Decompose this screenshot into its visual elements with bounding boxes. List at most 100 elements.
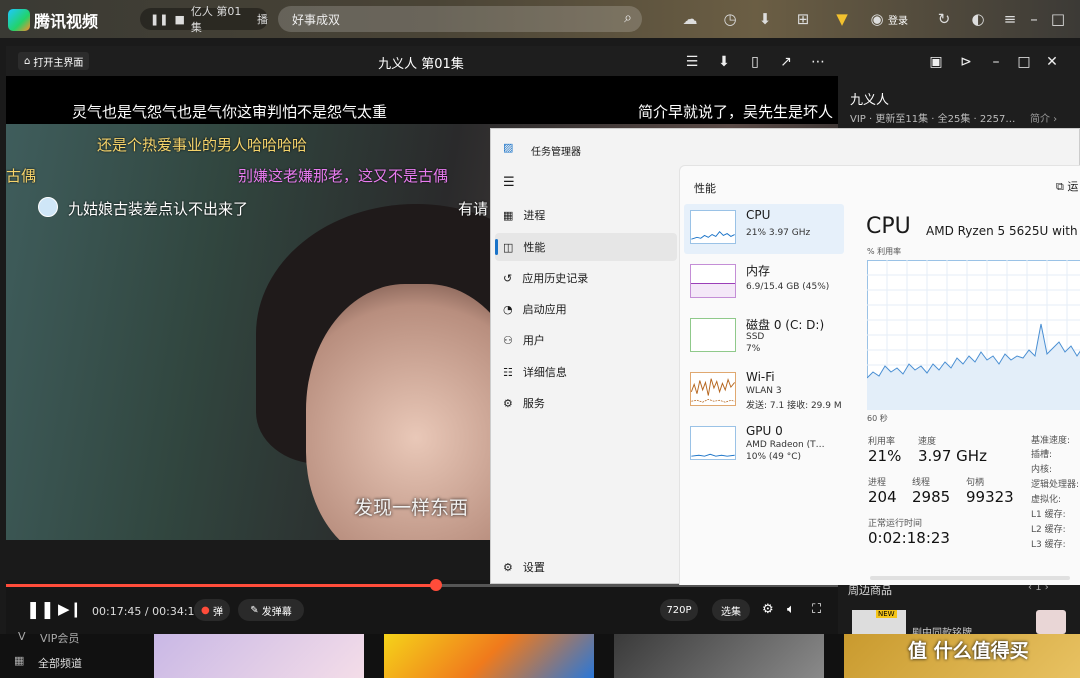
tile-name: CPU bbox=[746, 208, 771, 222]
perf-tile-disk[interactable]: 磁盘 0 (C: D:) SSD 7% bbox=[684, 312, 844, 362]
time-display: 00:17:45 / 00:34:19 bbox=[92, 605, 202, 618]
spec-label: 内核: bbox=[1031, 465, 1053, 475]
speed-value: 3.97 GHz bbox=[918, 447, 987, 465]
danmu-comment: 古偶 bbox=[6, 167, 37, 185]
quality-button[interactable]: 720P bbox=[660, 599, 698, 621]
time-axis-label: 60 秒 bbox=[867, 414, 888, 423]
cast-label[interactable]: 播 bbox=[257, 11, 268, 27]
task-manager-window: ▨ 任务管理器 ☰ ▦ 进程 ◫ 性能 ↺ 应用历史记录 ◔ 启动应用 ⚇ 用户 ☷ 详细信… bbox=[490, 128, 1080, 585]
side-panel: 九义人 VIP · 更新至11集 · 全25集 · 2257… 简介 › bbox=[838, 76, 1080, 136]
more-icon[interactable]: ⋯ bbox=[808, 52, 828, 72]
restore-icon[interactable]: □ bbox=[1048, 9, 1068, 29]
all-channels-link[interactable]: 全部频道 bbox=[38, 655, 82, 671]
mobile-icon[interactable]: ▯ bbox=[745, 52, 765, 72]
mini-player[interactable]: ❚❚ ■ 亿人 第01集 播 bbox=[140, 5, 268, 34]
services-icon: ⚙ bbox=[503, 396, 513, 410]
settings-icon[interactable]: ⚙ bbox=[762, 602, 774, 617]
details-icon: ☷ bbox=[503, 365, 513, 379]
tile-detail: 6.9/15.4 GB (45%) bbox=[746, 282, 830, 292]
tile-detail: 发送: 7.1 接收: 29.9 M bbox=[746, 401, 842, 411]
nav-startup[interactable]: ◔ 启动应用 bbox=[495, 295, 677, 323]
processes-icon: ▦ bbox=[503, 208, 514, 222]
vip-link[interactable]: VIP会员 bbox=[40, 630, 79, 646]
search-icon[interactable]: ⌕ bbox=[624, 10, 632, 26]
horizontal-scrollbar[interactable] bbox=[870, 576, 1070, 580]
nav-settings[interactable]: ⚙ 设置 bbox=[495, 553, 677, 581]
product-thumbnail[interactable]: NEW bbox=[852, 610, 906, 634]
share-icon[interactable]: ↗ bbox=[776, 52, 796, 72]
perf-tile-gpu[interactable]: GPU 0 AMD Radeon (T… 10% (49 °C) bbox=[684, 420, 844, 470]
playlist-icon[interactable]: ☰ bbox=[682, 52, 702, 72]
download-icon[interactable]: ⬇ bbox=[755, 9, 775, 29]
app-logo[interactable]: 腾讯视频 bbox=[8, 8, 98, 32]
history-icon: ↺ bbox=[503, 271, 513, 285]
nav-processes[interactable]: ▦ 进程 bbox=[495, 201, 677, 229]
perf-tile-memory[interactable]: 内存 6.9/15.4 GB (45%) bbox=[684, 258, 844, 308]
pin-icon[interactable]: ⊳ bbox=[956, 52, 976, 72]
refresh-icon[interactable]: ↻ bbox=[934, 9, 954, 29]
active-indicator bbox=[495, 239, 498, 255]
open-home-label: 打开主界面 bbox=[33, 57, 84, 69]
product-thumbnail[interactable] bbox=[1036, 610, 1066, 634]
danmu-toggle-label: 弹 bbox=[212, 606, 223, 618]
theme-icon[interactable]: ◐ bbox=[968, 9, 988, 29]
spec-label: 虚拟化: bbox=[1031, 495, 1062, 505]
next-episode-button[interactable]: ▶❙ bbox=[58, 600, 82, 618]
spec-label: 逻辑处理器: bbox=[1031, 480, 1080, 490]
open-home-button[interactable]: ⌂ 打开主界面 bbox=[18, 52, 90, 70]
player-minimize-icon[interactable]: – bbox=[986, 52, 1006, 72]
cpu-sparkline bbox=[690, 210, 736, 244]
poster-thumbnail[interactable] bbox=[384, 634, 594, 678]
danmu-toggle[interactable]: ● 弹 bbox=[194, 599, 230, 621]
handles-value: 99323 bbox=[966, 488, 1014, 506]
pen-icon: ✎ bbox=[250, 604, 259, 616]
player-maximize-icon[interactable]: □ bbox=[1014, 52, 1034, 72]
nav-app-history[interactable]: ↺ 应用历史记录 bbox=[495, 264, 677, 292]
perf-tile-wifi[interactable]: Wi-Fi WLAN 3 发送: 7.1 接收: 29.9 M bbox=[684, 366, 844, 416]
nav-users[interactable]: ⚇ 用户 bbox=[495, 326, 677, 354]
intro-link[interactable]: 简介 › bbox=[1030, 110, 1057, 125]
performance-icon: ◫ bbox=[503, 240, 514, 254]
tile-detail: WLAN 3 bbox=[746, 386, 782, 396]
menu-icon[interactable]: ≡ bbox=[1000, 9, 1020, 29]
util-value: 21% bbox=[868, 447, 902, 465]
danmu-comment: 有请 bbox=[458, 200, 489, 218]
tile-detail: 10% (49 °C) bbox=[746, 452, 801, 462]
login-link[interactable]: 登录 bbox=[888, 12, 908, 27]
player-download-icon[interactable]: ⬇ bbox=[714, 52, 734, 72]
stop-icon[interactable]: ■ bbox=[174, 13, 184, 26]
perf-tile-cpu[interactable]: CPU 21% 3.97 GHz bbox=[684, 204, 844, 254]
nav-performance[interactable]: ◫ 性能 bbox=[495, 233, 677, 261]
run-task-button[interactable]: ⧉ 运 bbox=[1056, 178, 1078, 194]
pause-button[interactable]: ❚❚ bbox=[26, 600, 55, 620]
tencent-video-logo-icon bbox=[8, 9, 30, 31]
vip-icon[interactable]: ▼ bbox=[832, 9, 852, 29]
game-icon[interactable]: ⊞ bbox=[793, 9, 813, 29]
spec-label: L1 缓存: bbox=[1031, 510, 1066, 520]
peripheral-section: 周边商品 ‹ 1 › NEW 剧中同款铭牌 bbox=[838, 580, 1080, 639]
nav-label: 进程 bbox=[523, 209, 546, 222]
fullscreen-icon[interactable]: ⛶ bbox=[812, 602, 821, 617]
progress-fill bbox=[6, 584, 437, 587]
volume-icon[interactable]: 🔈︎ bbox=[787, 602, 795, 617]
player-close-icon[interactable]: ✕ bbox=[1042, 52, 1062, 72]
cloud-icon[interactable]: ☁ bbox=[680, 9, 700, 29]
pause-icon[interactable]: ❚❚ bbox=[150, 13, 168, 26]
history-icon[interactable]: ◷ bbox=[720, 9, 740, 29]
poster-thumbnail[interactable] bbox=[154, 634, 364, 678]
current-time: 00:17:45 bbox=[92, 605, 142, 618]
minimize-icon[interactable]: – bbox=[1024, 9, 1044, 29]
user-icon[interactable]: ◉ bbox=[867, 9, 887, 29]
nav-details[interactable]: ☷ 详细信息 bbox=[495, 358, 677, 386]
episodes-button[interactable]: 选集 bbox=[712, 599, 750, 621]
pip-icon[interactable]: ▣ bbox=[926, 52, 946, 72]
cpu-model: AMD Ryzen 5 5625U with bbox=[926, 224, 1078, 238]
poster-thumbnail[interactable] bbox=[614, 634, 824, 678]
uptime-title: 正常运行时间 bbox=[868, 519, 923, 529]
send-danmu-label: 发弹幕 bbox=[261, 606, 292, 618]
nav-services[interactable]: ⚙ 服务 bbox=[495, 389, 677, 417]
search-input[interactable]: 好事成双 ⌕ bbox=[278, 6, 642, 32]
send-danmu-button[interactable]: ✎ 发弹幕 bbox=[238, 599, 304, 621]
series-meta: VIP · 更新至11集 · 全25集 · 2257… bbox=[850, 114, 1016, 125]
hamburger-icon[interactable]: ☰ bbox=[503, 175, 515, 190]
